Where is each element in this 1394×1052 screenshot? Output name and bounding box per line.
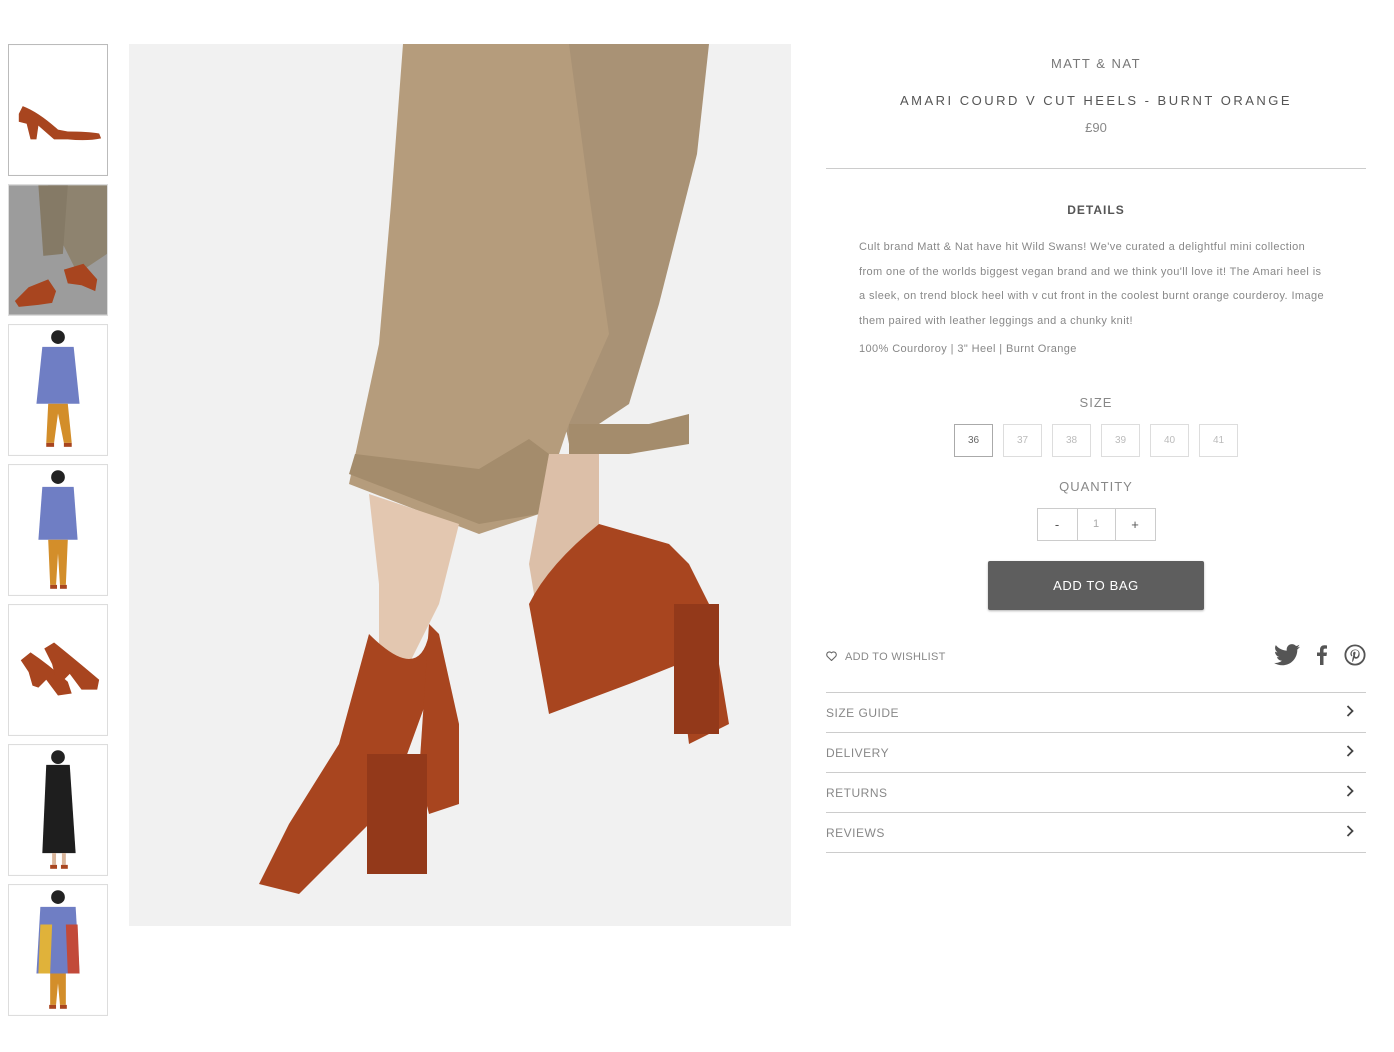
thumbnail-model-striped-cardigan[interactable] xyxy=(8,884,108,1016)
twitter-icon[interactable] xyxy=(1274,643,1300,671)
social-share xyxy=(1274,643,1366,671)
details-heading: DETAILS xyxy=(1067,203,1125,217)
accordion-label: SIZE GUIDE xyxy=(826,705,900,720)
product-brand: MATT & NAT xyxy=(1050,56,1142,71)
thumbnail-model-black-dress[interactable] xyxy=(8,744,108,876)
size-option-40[interactable]: 40 xyxy=(1150,424,1189,457)
size-option-39[interactable]: 39 xyxy=(1101,424,1140,457)
product-description: Cult brand Matt & Nat have hit Wild Swan… xyxy=(859,241,1325,327)
model-black-dress-image xyxy=(9,745,107,875)
add-to-wishlist-link[interactable]: ADD TO WISHLIST xyxy=(826,650,946,664)
thumbnail-model-blue-shirt[interactable] xyxy=(8,324,108,456)
chevron-right-icon xyxy=(1346,825,1354,840)
accordion-returns[interactable]: RETURNS xyxy=(826,773,1366,813)
quantity-stepper: - 1 + xyxy=(1036,508,1156,541)
wishlist-social-row: ADD TO WISHLIST xyxy=(826,643,1366,671)
quantity-heading: QUANTITY xyxy=(1059,479,1133,494)
chevron-right-icon xyxy=(1346,785,1354,800)
size-heading: SIZE xyxy=(1079,395,1113,410)
product-title: AMARI COURD V CUT HEELS - BURNT ORANGE xyxy=(899,93,1293,108)
heels-worn-image xyxy=(129,44,791,926)
shoe-side-image xyxy=(9,45,107,175)
quantity-input[interactable]: 1 xyxy=(1076,509,1116,540)
thumbnail-shoe-pair[interactable] xyxy=(8,604,108,736)
thumbnail-worn-closeup[interactable] xyxy=(8,184,108,316)
worn-closeup-image xyxy=(9,185,107,315)
accordion-label: RETURNS xyxy=(826,785,888,800)
product-price: £90 xyxy=(1085,120,1107,135)
accordion-label: REVIEWS xyxy=(826,825,885,840)
accordion-reviews[interactable]: REVIEWS xyxy=(826,813,1366,853)
size-option-37[interactable]: 37 xyxy=(1003,424,1042,457)
wishlist-label: ADD TO WISHLIST xyxy=(845,651,946,663)
thumbnail-model-blue-shirt-2[interactable] xyxy=(8,464,108,596)
info-accordion: SIZE GUIDE DELIVERY RETURNS REVIEWS xyxy=(826,692,1366,853)
product-spec: 100% Courdoroy | 3" Heel | Burnt Orange xyxy=(859,343,1077,355)
size-selector: 36 37 38 39 40 41 xyxy=(826,424,1366,457)
model-blue-shirt-2-image xyxy=(9,465,107,595)
size-option-41[interactable]: 41 xyxy=(1199,424,1238,457)
thumbnail-shoe-side[interactable] xyxy=(8,44,108,176)
size-option-38[interactable]: 38 xyxy=(1052,424,1091,457)
chevron-right-icon xyxy=(1346,745,1354,760)
main-product-image xyxy=(129,44,791,926)
quantity-decrease-button[interactable]: - xyxy=(1038,509,1077,540)
shoe-pair-image xyxy=(9,605,107,735)
accordion-size-guide[interactable]: SIZE GUIDE xyxy=(826,693,1366,733)
model-blue-shirt-image xyxy=(9,325,107,455)
accordion-label: DELIVERY xyxy=(826,745,890,760)
heart-icon xyxy=(826,650,837,664)
product-info-panel: MATT & NAT AMARI COURD V CUT HEELS - BUR… xyxy=(826,44,1366,853)
accordion-delivery[interactable]: DELIVERY xyxy=(826,733,1366,773)
quantity-increase-button[interactable]: + xyxy=(1116,509,1155,540)
size-option-36[interactable]: 36 xyxy=(954,424,993,457)
add-to-bag-button[interactable]: ADD TO BAG xyxy=(988,561,1204,610)
model-striped-cardigan-image xyxy=(9,885,107,1015)
pinterest-icon[interactable] xyxy=(1344,643,1366,671)
divider xyxy=(826,168,1366,169)
facebook-icon[interactable] xyxy=(1316,644,1328,670)
thumbnail-gallery xyxy=(8,44,108,1024)
chevron-right-icon xyxy=(1346,705,1354,720)
